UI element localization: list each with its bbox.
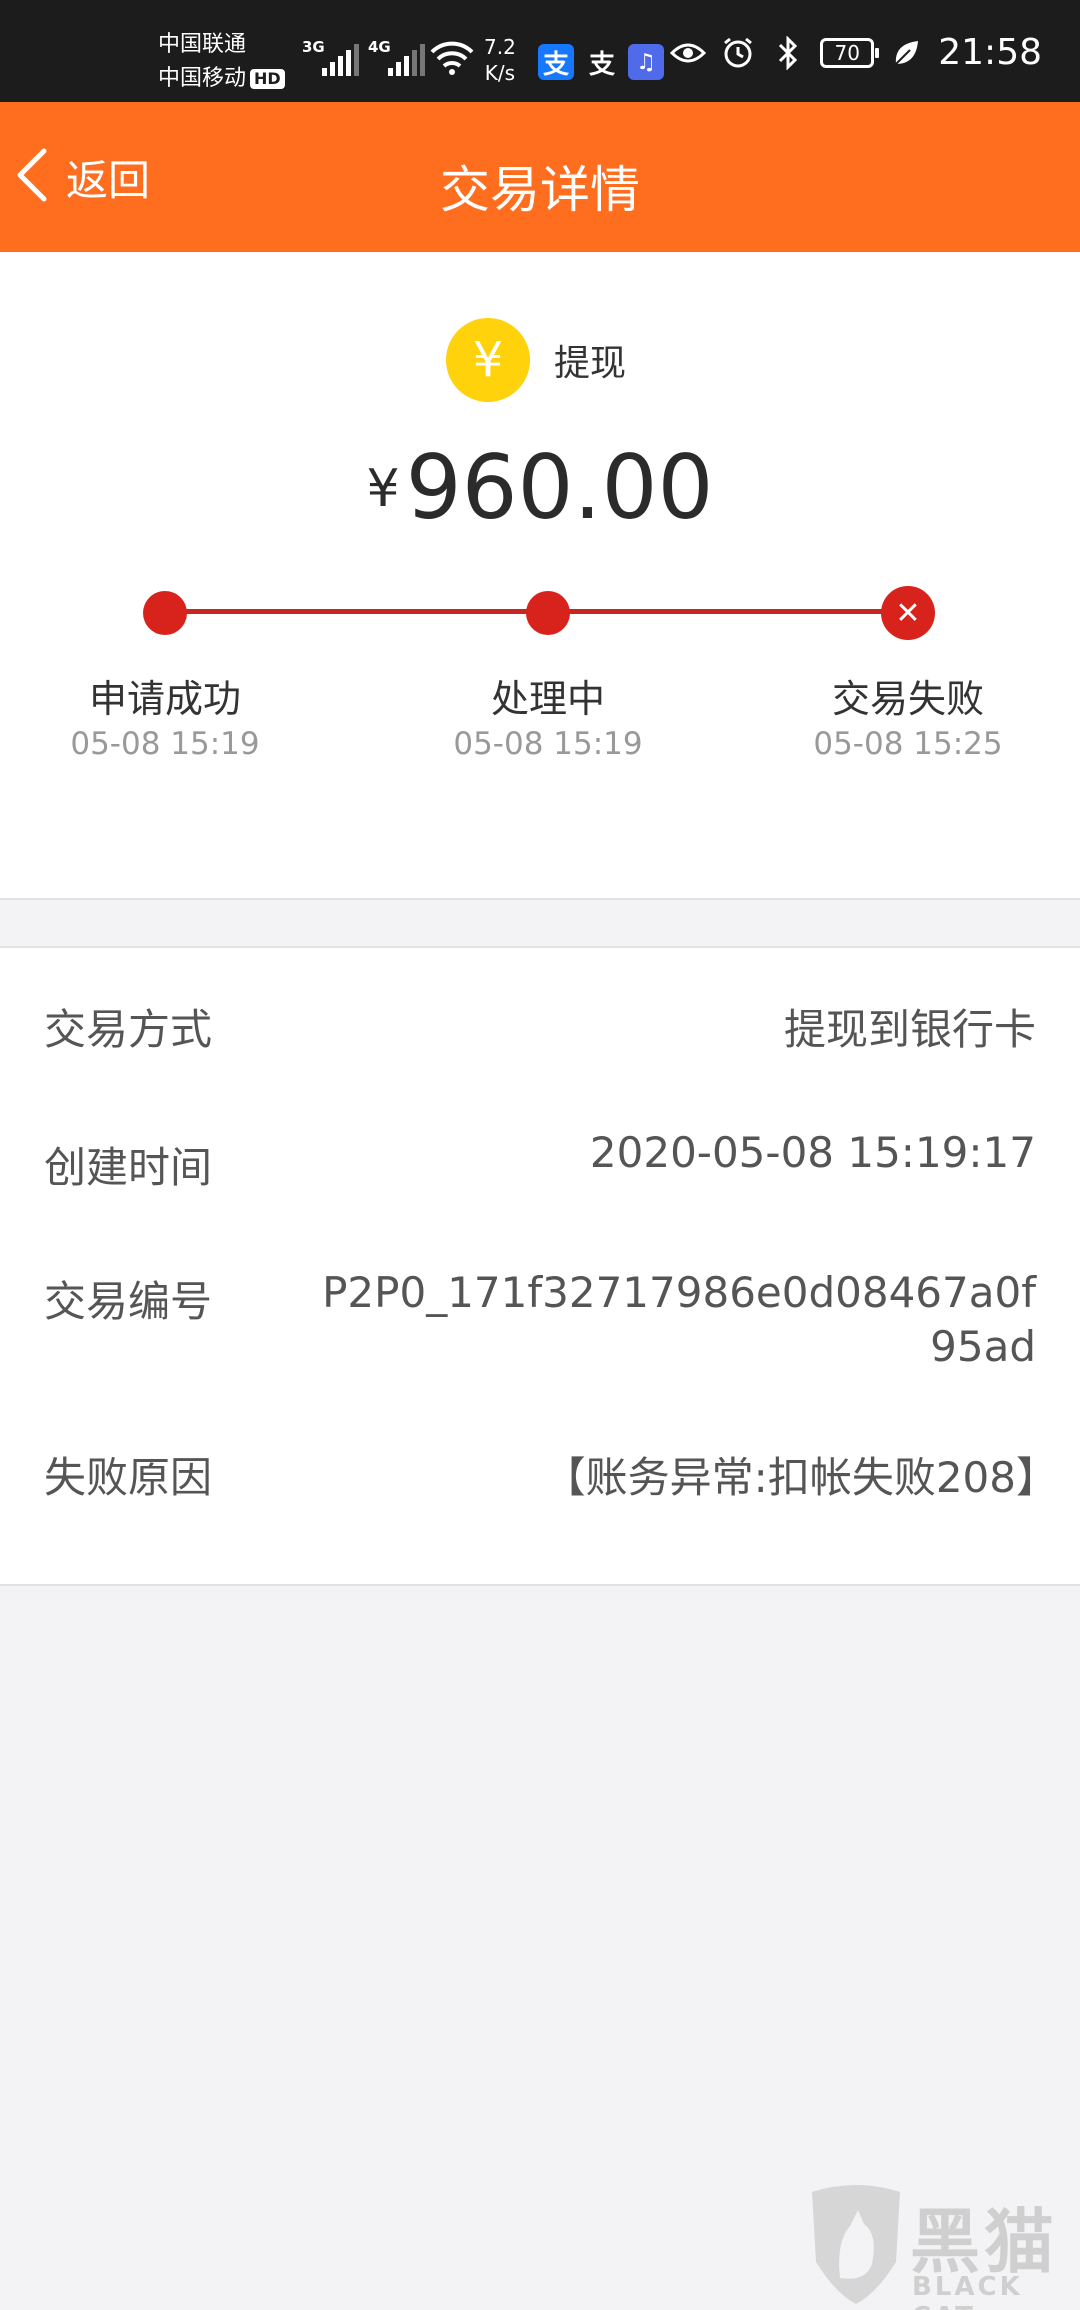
detail-label: 交易方式 xyxy=(44,1005,213,1054)
detail-value: 提现到银行卡 xyxy=(783,1005,1036,1054)
carrier-1: 中国联通 xyxy=(158,32,247,57)
signal-icon-1 xyxy=(322,44,359,76)
transaction-details: 交易方式 提现到银行卡 创建时间 2020-05-08 15:19:17 交易编… xyxy=(0,946,1080,1586)
step-2-time: 05-08 15:19 xyxy=(453,726,643,762)
clock: 21:58 xyxy=(938,32,1042,73)
eye-icon xyxy=(670,35,707,71)
transaction-summary: ¥ 提现 ¥960.00 ✕ 申请成功 05-08 15:19 处理中 05-0… xyxy=(0,252,1080,900)
currency-symbol: ¥ xyxy=(366,459,400,519)
alipay-outline-icon: 支 xyxy=(588,49,615,80)
transaction-amount: ¥960.00 xyxy=(0,436,1080,539)
yen-coin-icon: ¥ xyxy=(446,318,530,402)
detail-value: 2020-05-08 15:19:17 xyxy=(589,1128,1036,1177)
step-2-dot xyxy=(526,591,570,635)
transaction-type-label: 提现 xyxy=(554,343,627,384)
detail-label: 失败原因 xyxy=(44,1453,213,1502)
page-title: 交易详情 xyxy=(440,161,640,219)
step-3-time: 05-08 15:25 xyxy=(813,726,1003,762)
network-speed: 7.2 K/s xyxy=(484,35,516,85)
leaf-icon xyxy=(888,35,924,71)
music-icon: ♫ xyxy=(628,44,664,80)
alarm-icon xyxy=(720,35,756,71)
step-1-time: 05-08 15:19 xyxy=(70,726,260,762)
wifi-icon xyxy=(430,40,474,80)
carrier-2: 中国移动 xyxy=(158,66,247,91)
detail-value: 【账务异常:扣帐失败208】 xyxy=(543,1453,1058,1502)
detail-label: 创建时间 xyxy=(44,1143,213,1192)
carrier-info: 中国联通 中国移动 HD xyxy=(158,28,285,96)
status-icons-right: 70 21:58 xyxy=(670,32,1042,73)
nav-bar: 返回 交易详情 xyxy=(0,102,1080,252)
signal-icon-2 xyxy=(388,44,425,76)
hd-badge: HD xyxy=(250,69,285,89)
step-1-label: 申请成功 xyxy=(88,677,241,721)
step-3-failed-icon: ✕ xyxy=(881,586,935,640)
step-3-label: 交易失败 xyxy=(831,677,984,721)
blackcat-watermark: 黑猫 BLACK CAT xyxy=(800,2180,1080,2310)
status-bar: 中国联通 中国移动 HD 3G 4G 7.2 K/s 支 支 ♫ 70 21:5… xyxy=(0,0,1080,102)
alipay-icon: 支 xyxy=(538,44,574,80)
amount-value: 960.00 xyxy=(405,436,714,539)
detail-value: P2P0_171f32717986e0d08467a0f95ad xyxy=(322,1268,1036,1371)
bluetooth-icon xyxy=(770,35,806,71)
step-1-dot xyxy=(143,591,187,635)
detail-label: 交易编号 xyxy=(44,1277,213,1326)
battery-icon: 70 xyxy=(820,37,880,68)
transaction-type: ¥ 提现 xyxy=(446,318,626,402)
step-2-label: 处理中 xyxy=(490,677,605,721)
watermark-en: BLACK CAT xyxy=(912,2272,1023,2310)
